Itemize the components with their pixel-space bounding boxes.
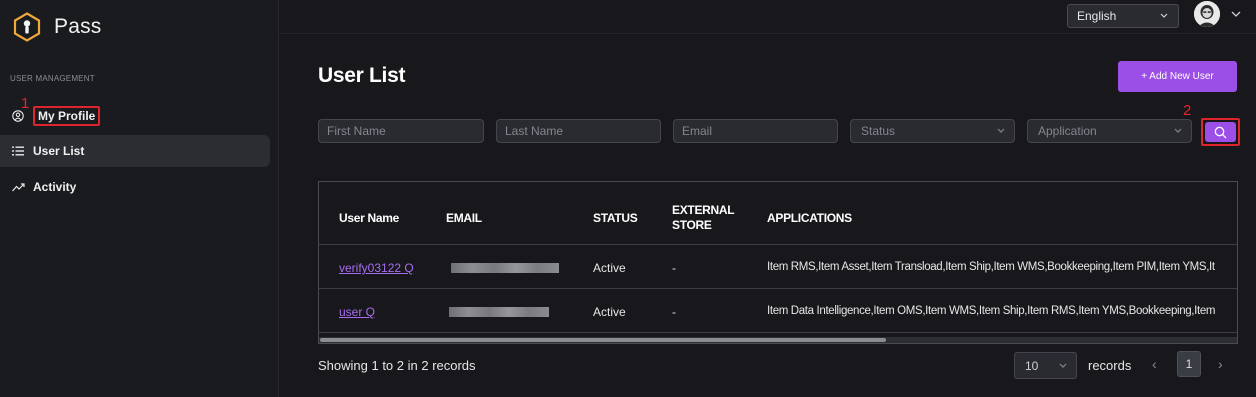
chevron-down-icon [1174,128,1182,133]
email-input[interactable] [682,124,837,138]
user-name-link[interactable]: verify03122 Q [339,261,414,275]
user-circle-icon [11,109,25,123]
next-page-button[interactable]: › [1218,356,1223,372]
page-number-button[interactable]: 1 [1177,351,1201,377]
status-value: Active [593,261,626,275]
table-header: User Name EMAIL STATUS EXTERNAL STORE AP… [319,182,1237,245]
language-select[interactable]: English [1067,4,1179,28]
highlight-my-profile: My Profile [33,106,101,126]
column-header-external-store-line2: STORE [672,218,712,232]
external-store-value: - [672,305,676,319]
status-select[interactable]: Status [850,119,1015,143]
page-size-value: 10 [1025,358,1039,373]
language-value: English [1077,9,1117,23]
column-header-user-name[interactable]: User Name [339,211,399,226]
sidebar-item-label: Activity [33,180,77,194]
user-table: User Name EMAIL STATUS EXTERNAL STORE AP… [318,181,1238,344]
status-value: Active [593,305,626,319]
user-avatar-icon[interactable] [1194,1,1220,27]
redacted-email [451,263,559,273]
trend-icon [11,180,25,194]
records-label: records [1088,358,1132,373]
column-header-email[interactable]: EMAIL [446,211,482,226]
prev-page-button[interactable]: ‹ [1152,356,1157,372]
column-header-applications[interactable]: APPLICATIONS [767,211,852,226]
highlight-search [1201,118,1240,146]
sidebar: Pass USER MANAGEMENT 1 My Profile User L… [0,0,279,397]
scrollbar-thumb[interactable] [320,338,886,342]
status-placeholder: Status [861,124,896,138]
applications-value: Item Data Intelligence,Item OMS,Item WMS… [767,305,1216,317]
add-new-user-button[interactable]: + Add New User [1118,61,1237,92]
last-name-field[interactable] [496,119,661,143]
chevron-down-icon [1059,363,1067,368]
sidebar-item-user-list[interactable]: User List [0,135,270,167]
email-field[interactable] [673,119,838,143]
redacted-email [449,307,549,317]
search-button[interactable] [1205,122,1236,142]
chevron-down-icon [997,128,1005,133]
first-name-input[interactable] [327,124,483,138]
application-placeholder: Application [1038,124,1097,138]
search-icon [1214,126,1227,138]
sidebar-item-label: My Profile [38,109,96,123]
page-size-select[interactable]: 10 [1014,352,1077,379]
chevron-down-icon [1160,13,1168,18]
chevron-down-icon[interactable] [1230,9,1242,19]
horizontal-scrollbar[interactable] [319,337,1237,343]
section-label: USER MANAGEMENT [10,74,95,83]
app-name: Pass [54,15,102,38]
last-name-input[interactable] [505,124,660,138]
annotation-step-2: 2 [1183,102,1192,119]
logo-icon [13,12,41,42]
table-row: verify03122 Q Active - Item RMS,Item Ass… [319,245,1237,289]
sidebar-item-label: User List [33,144,85,158]
list-icon [11,144,25,158]
first-name-field[interactable] [318,119,484,143]
table-row: user Q Active - Item Data Intelligence,I… [319,289,1237,333]
user-name-link[interactable]: user Q [339,305,375,319]
application-select[interactable]: Application [1027,119,1192,143]
column-header-status[interactable]: STATUS [593,211,638,226]
column-header-external-store-line1: EXTERNAL [672,203,735,217]
applications-value: Item RMS,Item Asset,Item Transload,Item … [767,261,1215,273]
records-summary: Showing 1 to 2 in 2 records [318,358,476,373]
external-store-value: - [672,261,676,275]
sidebar-item-my-profile[interactable]: My Profile [0,100,270,132]
page-title: User List [318,64,406,87]
column-header-external-store[interactable]: EXTERNAL STORE [672,203,735,233]
app-logo[interactable]: Pass [12,12,102,42]
sidebar-item-activity[interactable]: Activity [0,171,270,203]
